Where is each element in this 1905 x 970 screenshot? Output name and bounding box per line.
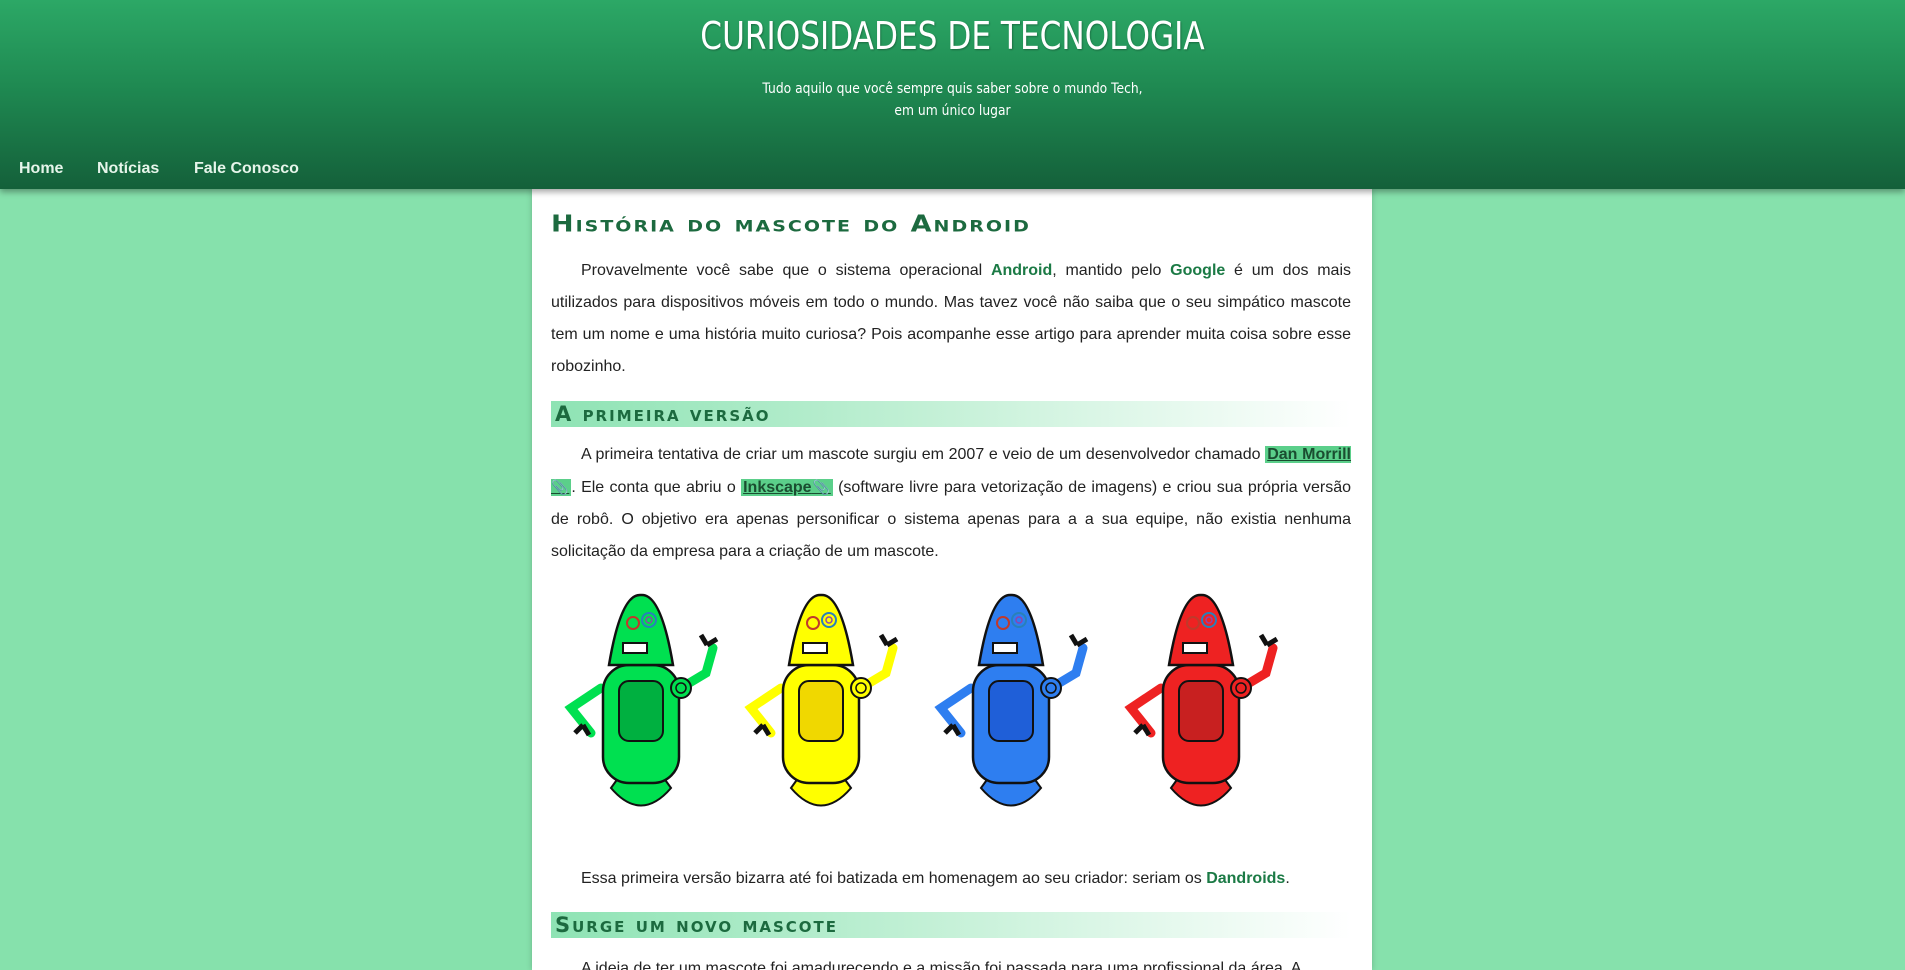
nav-item-fale-conosco[interactable]: Fale Conosco xyxy=(194,160,299,178)
link-label: Inkscape xyxy=(743,479,812,496)
text-span: , mantido pelo xyxy=(1052,262,1171,279)
nav-item-noticias[interactable]: Notícias xyxy=(97,160,159,178)
robot-part xyxy=(607,593,675,667)
site-title: CURIOSIDADES DE TECNOLOGIA xyxy=(700,14,1205,58)
text-span: . Ele conta que abriu o xyxy=(571,479,742,496)
robot-part xyxy=(622,642,648,654)
keyword-google: Google xyxy=(1170,262,1226,279)
robot-part xyxy=(618,680,664,742)
site-subtitle: Tudo aquilo que você sempre quis saber s… xyxy=(114,78,1790,122)
article-title: História do mascote do Android xyxy=(551,211,1031,238)
text-span: A ideia de ter um mascote foi amadurecen… xyxy=(581,960,1302,970)
keyword-android: Android xyxy=(990,262,1053,279)
text-span: . xyxy=(1285,870,1290,887)
robot-figure xyxy=(934,593,1089,807)
robot-part xyxy=(850,677,872,699)
article-paragraph-primeira-versao: A primeira tentativa de criar um mascote… xyxy=(551,439,1352,568)
section-title-novo-mascote: Surge um novo mascote xyxy=(551,912,1351,938)
dandroids-image xyxy=(564,593,1279,807)
robot-part xyxy=(988,680,1034,742)
nav-item-home[interactable]: Home xyxy=(19,160,63,178)
robot-part xyxy=(1167,593,1235,667)
robot-part xyxy=(1040,677,1062,699)
article-paragraph-novo-mascote: A ideia de ter um mascote foi amadurecen… xyxy=(551,953,1351,970)
article-container: História do mascote do Android Provavelm… xyxy=(532,189,1372,970)
robot-part xyxy=(878,633,899,648)
robot-figure xyxy=(744,593,899,807)
robot-figure xyxy=(564,593,719,807)
article-paragraph-intro: Provavelmente você sabe que o sistema op… xyxy=(551,255,1351,383)
robot-part xyxy=(992,642,1018,654)
text-span: Provavelmente você sabe que o sistema op… xyxy=(581,262,991,279)
link-label: Dan Morrill xyxy=(1267,446,1352,463)
robot-part xyxy=(787,593,855,667)
section-title-primeira-versao: A primeira versão xyxy=(551,401,1351,427)
article-paragraph-dandroids: Essa primeira versão bizarra até foi bat… xyxy=(551,863,1351,895)
robot-part xyxy=(1068,633,1089,648)
site-header: CURIOSIDADES DE TECNOLOGIA Tudo aquilo q… xyxy=(0,0,1905,189)
robot-part xyxy=(670,677,692,699)
paperclip-icon: 📎 xyxy=(551,479,570,495)
subtitle-line-2: em um único lugar xyxy=(894,103,1011,119)
robot-part xyxy=(802,642,828,654)
text-span: A primeira tentativa de criar um mascote… xyxy=(581,446,1266,463)
robot-figure xyxy=(1124,593,1279,807)
robot-part xyxy=(1230,677,1252,699)
robot-part xyxy=(1178,680,1224,742)
robot-part xyxy=(798,680,844,742)
keyword-dandroids: Dandroids xyxy=(1206,870,1286,887)
robot-part xyxy=(1182,642,1208,654)
subtitle-line-1: Tudo aquilo que você sempre quis saber s… xyxy=(762,81,1143,97)
paperclip-icon: 📎 xyxy=(811,479,831,495)
text-span: Essa primeira versão bizarra até foi bat… xyxy=(581,870,1207,887)
link-inkscape[interactable]: Inkscape📎 xyxy=(741,479,833,496)
robot-part xyxy=(1258,633,1279,648)
robot-part xyxy=(977,593,1045,667)
robot-part xyxy=(698,633,719,648)
